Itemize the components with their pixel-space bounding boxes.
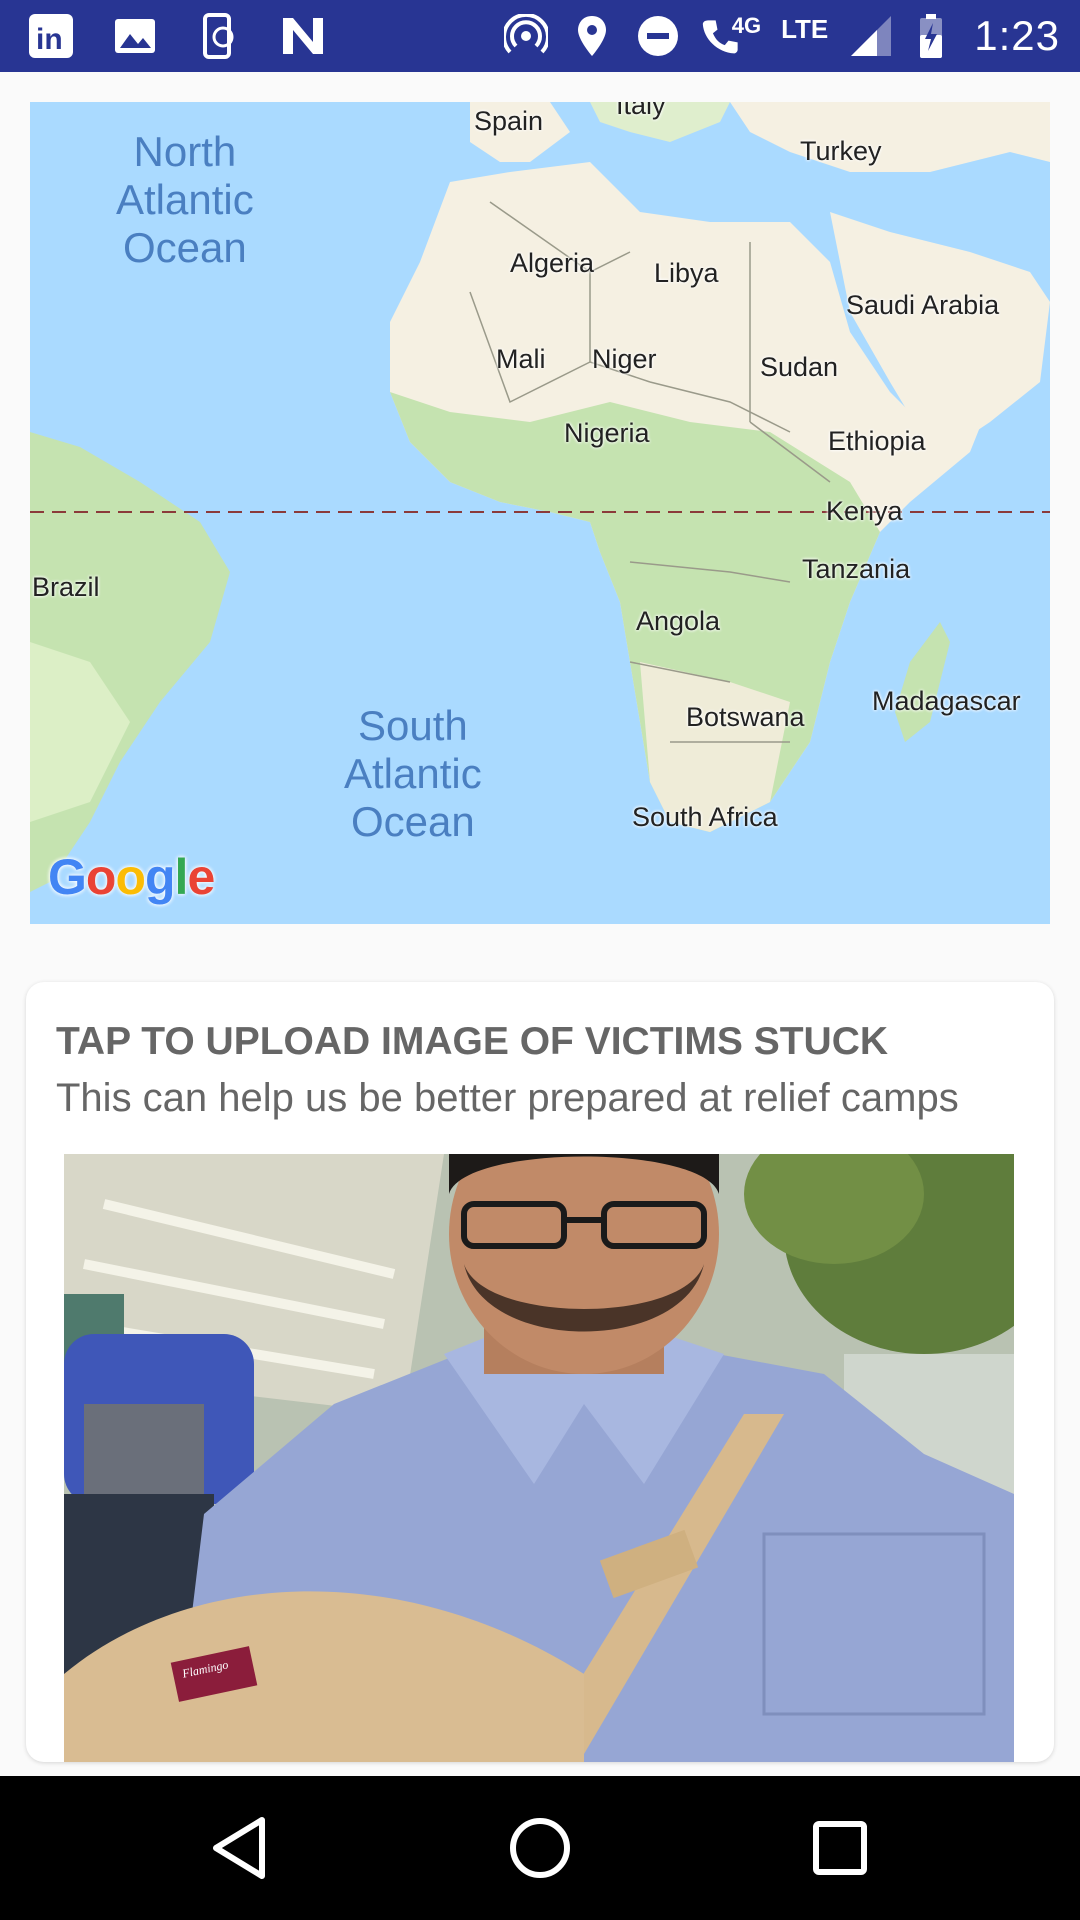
country-label: Ethiopia	[828, 426, 926, 456]
google-logo: Google	[48, 849, 215, 905]
uploaded-victim-photo[interactable]: Flamingo	[64, 1154, 1014, 1762]
do-not-disturb-icon	[635, 13, 681, 59]
upload-image-card[interactable]: TAP TO UPLOAD IMAGE OF VICTIMS STUCK Thi…	[26, 982, 1054, 1762]
country-label: Nigeria	[564, 418, 650, 448]
country-label: Saudi Arabia	[846, 290, 1000, 320]
n-icon	[280, 13, 326, 59]
country-label: South Africa	[632, 802, 778, 832]
status-bar: in 4G LTE 1:23	[0, 0, 1080, 72]
upload-card-subtitle: This can help us be better prepared at r…	[56, 1076, 959, 1120]
back-icon	[213, 1817, 265, 1879]
country-label: Mali	[496, 344, 546, 374]
recents-button[interactable]	[798, 1806, 882, 1890]
recents-icon	[813, 1821, 867, 1875]
wifi-calling-icon: 4G	[701, 13, 761, 59]
ocean-label-north-atlantic: North Atlantic Ocean	[116, 128, 254, 271]
gallery-icon	[112, 13, 158, 59]
country-label: Turkey	[800, 136, 882, 166]
country-label: Sudan	[760, 352, 839, 382]
clock: 1:23	[974, 12, 1060, 59]
country-label: Botswana	[686, 702, 805, 732]
ocean-label-south-atlantic: South Atlantic Ocean	[344, 702, 482, 845]
system-icons: 4G LTE 1:23	[503, 8, 1060, 64]
country-label: Tanzania	[802, 554, 911, 584]
country-label: Italy	[616, 102, 666, 120]
battery-charging-icon	[914, 13, 948, 59]
notification-icons: in	[28, 10, 326, 62]
country-label: Angola	[636, 606, 721, 636]
svg-text:in: in	[36, 23, 63, 56]
location-icon	[569, 13, 615, 59]
back-button[interactable]	[198, 1806, 282, 1890]
navigation-bar	[0, 1776, 1080, 1920]
map-view[interactable]: North Atlantic Ocean South Atlantic Ocea…	[30, 102, 1050, 924]
signal-icon	[848, 13, 894, 59]
linkedin-icon: in	[28, 13, 74, 59]
phone-sync-icon	[196, 13, 242, 59]
country-label: Brazil	[32, 572, 100, 602]
country-label: Libya	[654, 258, 719, 288]
home-button[interactable]	[498, 1806, 582, 1890]
country-label: Spain	[474, 106, 544, 136]
network-type-label: 4G	[731, 13, 762, 38]
country-label: Algeria	[510, 248, 595, 278]
upload-card-title: TAP TO UPLOAD IMAGE OF VICTIMS STUCK	[56, 1020, 889, 1063]
home-icon	[510, 1818, 570, 1878]
country-label: Madagascar	[872, 686, 1021, 716]
country-label: Niger	[592, 344, 657, 374]
lte-label: LTE	[781, 13, 829, 44]
country-label: Kenya	[826, 496, 903, 526]
hotspot-icon	[503, 13, 549, 59]
